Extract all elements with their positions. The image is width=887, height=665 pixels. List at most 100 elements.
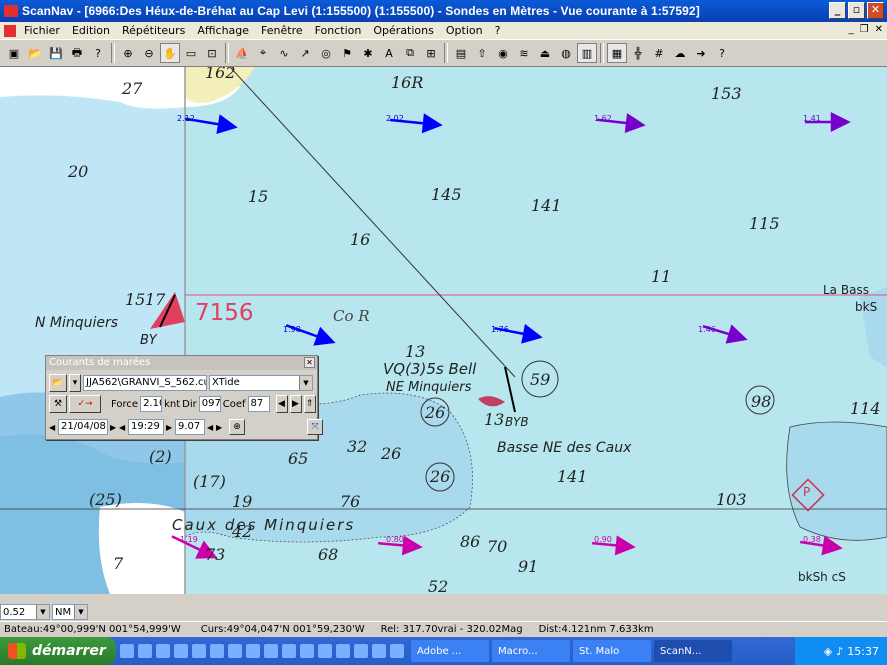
pan-hand-icon[interactable]: ✋ bbox=[160, 43, 180, 63]
ql-app13-icon[interactable] bbox=[336, 644, 350, 658]
ql-app5-icon[interactable] bbox=[192, 644, 206, 658]
ql-app14-icon[interactable] bbox=[354, 644, 368, 658]
gps-icon[interactable]: ⊞ bbox=[421, 43, 441, 63]
text-icon[interactable]: A bbox=[379, 43, 399, 63]
boat-icon[interactable]: ⛵ bbox=[232, 43, 252, 63]
help-cursor-icon[interactable]: ? bbox=[88, 43, 108, 63]
tidal-currents-dialog[interactable]: Courants de marées ✕ 📂 ▾ JJA562\GRANVI_S… bbox=[45, 355, 323, 440]
maximize-button[interactable]: ▫ bbox=[848, 2, 865, 19]
print-icon[interactable]: 🖶 bbox=[67, 43, 87, 63]
ql-media-icon[interactable] bbox=[174, 644, 188, 658]
height-next[interactable]: ▶ bbox=[216, 423, 223, 432]
alarm-icon[interactable]: ⏏ bbox=[535, 43, 555, 63]
menu-operations[interactable]: Opérations bbox=[367, 24, 439, 37]
start-button[interactable]: démarrer bbox=[0, 637, 116, 665]
task-adobe[interactable]: Adobe ... bbox=[411, 640, 489, 662]
ql-app9-icon[interactable] bbox=[264, 644, 278, 658]
ql-app12-icon[interactable] bbox=[318, 644, 332, 658]
menu-repetiteurs[interactable]: Répétiteurs bbox=[116, 24, 191, 37]
zoom-select[interactable]: 0.52 ▼ bbox=[0, 604, 50, 620]
menu-fenetre[interactable]: Fenêtre bbox=[255, 24, 309, 37]
task-scannav[interactable]: ScanN... bbox=[654, 640, 732, 662]
bearing-icon[interactable]: ◎ bbox=[316, 43, 336, 63]
nmea-icon[interactable]: ▤ bbox=[451, 43, 471, 63]
dir-field[interactable]: 097 bbox=[198, 396, 221, 412]
chart-canvas[interactable] bbox=[0, 67, 887, 594]
zoom-in-icon[interactable]: ⊕ bbox=[118, 43, 138, 63]
date-next[interactable]: ▶ bbox=[110, 423, 117, 432]
expand-button[interactable]: ⇑ bbox=[303, 395, 316, 413]
save-icon[interactable]: 💾 bbox=[46, 43, 66, 63]
time-next[interactable]: ▶ bbox=[166, 423, 173, 432]
menu-affichage[interactable]: Affichage bbox=[191, 24, 255, 37]
layers-icon[interactable]: ▦ bbox=[607, 43, 627, 63]
time-prev[interactable]: ◀ bbox=[119, 423, 126, 432]
minimize-button[interactable]: _ bbox=[829, 2, 846, 19]
source-select[interactable]: XTide ▼ bbox=[209, 375, 313, 391]
lifebuoy-icon[interactable]: ◍ bbox=[556, 43, 576, 63]
next-button[interactable]: ▶ bbox=[289, 395, 302, 413]
ql-ie-icon[interactable] bbox=[120, 644, 134, 658]
grid-icon[interactable]: ╬ bbox=[628, 43, 648, 63]
mdi-minimize-button[interactable]: _ bbox=[849, 24, 854, 35]
date-prev[interactable]: ◀ bbox=[49, 423, 56, 432]
tide-icon[interactable]: ≋ bbox=[514, 43, 534, 63]
tray-network-icon[interactable]: ◈ bbox=[824, 645, 832, 658]
tide-help-icon[interactable]: ? bbox=[712, 43, 732, 63]
open-icon[interactable]: 📂 bbox=[25, 43, 45, 63]
compass-icon[interactable]: ⊕ bbox=[229, 419, 245, 435]
ql-app7-icon[interactable] bbox=[228, 644, 242, 658]
hammer-icon[interactable]: ⚒ bbox=[49, 395, 67, 413]
ql-app16-icon[interactable] bbox=[390, 644, 404, 658]
multi-window-icon[interactable]: ⧉ bbox=[400, 43, 420, 63]
weather-icon[interactable]: ☁ bbox=[670, 43, 690, 63]
menu-option[interactable]: Option bbox=[440, 24, 489, 37]
grid2-icon[interactable]: # bbox=[649, 43, 669, 63]
dialog-title-bar[interactable]: Courants de marées ✕ bbox=[46, 356, 317, 370]
tide-height-field[interactable]: 9.07 bbox=[175, 419, 205, 435]
time-field[interactable]: 19:29 bbox=[128, 419, 164, 435]
dialog-close-button[interactable]: ✕ bbox=[304, 357, 315, 368]
ql-app6-icon[interactable] bbox=[210, 644, 224, 658]
tray-volume-icon[interactable]: ♪ bbox=[836, 645, 843, 658]
task-st-malo[interactable]: St. Malo bbox=[573, 640, 651, 662]
zoom-out-icon[interactable]: ⊖ bbox=[139, 43, 159, 63]
ql-app15-icon[interactable] bbox=[372, 644, 386, 658]
north-icon[interactable]: ⇧ bbox=[472, 43, 492, 63]
route-icon[interactable]: ∿ bbox=[274, 43, 294, 63]
current-file-field[interactable]: JJA562\GRANVI_S_562.cur bbox=[83, 375, 207, 391]
mdi-restore-button[interactable]: ❐ bbox=[860, 24, 869, 35]
chart-list-icon[interactable]: ▥ bbox=[577, 43, 597, 63]
measure-icon[interactable]: ⊡ bbox=[202, 43, 222, 63]
close-button[interactable]: ✕ bbox=[867, 2, 884, 19]
nautical-chart[interactable]: 27 162 16R 153 20 15 145 141 115 16 11 1… bbox=[0, 67, 887, 594]
ql-app11-icon[interactable] bbox=[300, 644, 314, 658]
fullscreen-icon[interactable]: ⤧ bbox=[307, 419, 323, 435]
date-field[interactable]: 21/04/08 bbox=[58, 419, 108, 435]
menu-fonction[interactable]: Fonction bbox=[309, 24, 368, 37]
menu-fichier[interactable]: Fichier bbox=[18, 24, 66, 37]
unit-select[interactable]: NM ▼ bbox=[52, 604, 88, 620]
rect-select-icon[interactable]: ▭ bbox=[181, 43, 201, 63]
ql-app10-icon[interactable] bbox=[282, 644, 296, 658]
prev-button[interactable]: ◀ bbox=[275, 395, 288, 413]
file-dropdown-button[interactable]: ▾ bbox=[69, 374, 81, 392]
menu-edition[interactable]: Edition bbox=[66, 24, 116, 37]
ql-desktop-icon[interactable] bbox=[138, 644, 152, 658]
current-vector-icon[interactable]: ✓→ bbox=[69, 395, 101, 413]
current-arrow-icon[interactable]: ➜ bbox=[691, 43, 711, 63]
mdi-close-button[interactable]: ✕ bbox=[875, 24, 883, 35]
waypoint-icon[interactable]: ⚑ bbox=[337, 43, 357, 63]
ql-app8-icon[interactable] bbox=[246, 644, 260, 658]
crosshair-icon[interactable]: ⌖ bbox=[253, 43, 273, 63]
ql-explorer-icon[interactable] bbox=[156, 644, 170, 658]
task-macro[interactable]: Macro... bbox=[492, 640, 570, 662]
track-icon[interactable]: ↗ bbox=[295, 43, 315, 63]
target-icon[interactable]: ◉ bbox=[493, 43, 513, 63]
open-folder-button[interactable]: 📂 bbox=[49, 374, 67, 392]
force-field[interactable]: 2.10 bbox=[140, 396, 163, 412]
mark-icon[interactable]: ✱ bbox=[358, 43, 378, 63]
menu-help[interactable]: ? bbox=[489, 24, 507, 37]
new-chart-icon[interactable]: ▣ bbox=[4, 43, 24, 63]
height-prev[interactable]: ◀ bbox=[207, 423, 214, 432]
